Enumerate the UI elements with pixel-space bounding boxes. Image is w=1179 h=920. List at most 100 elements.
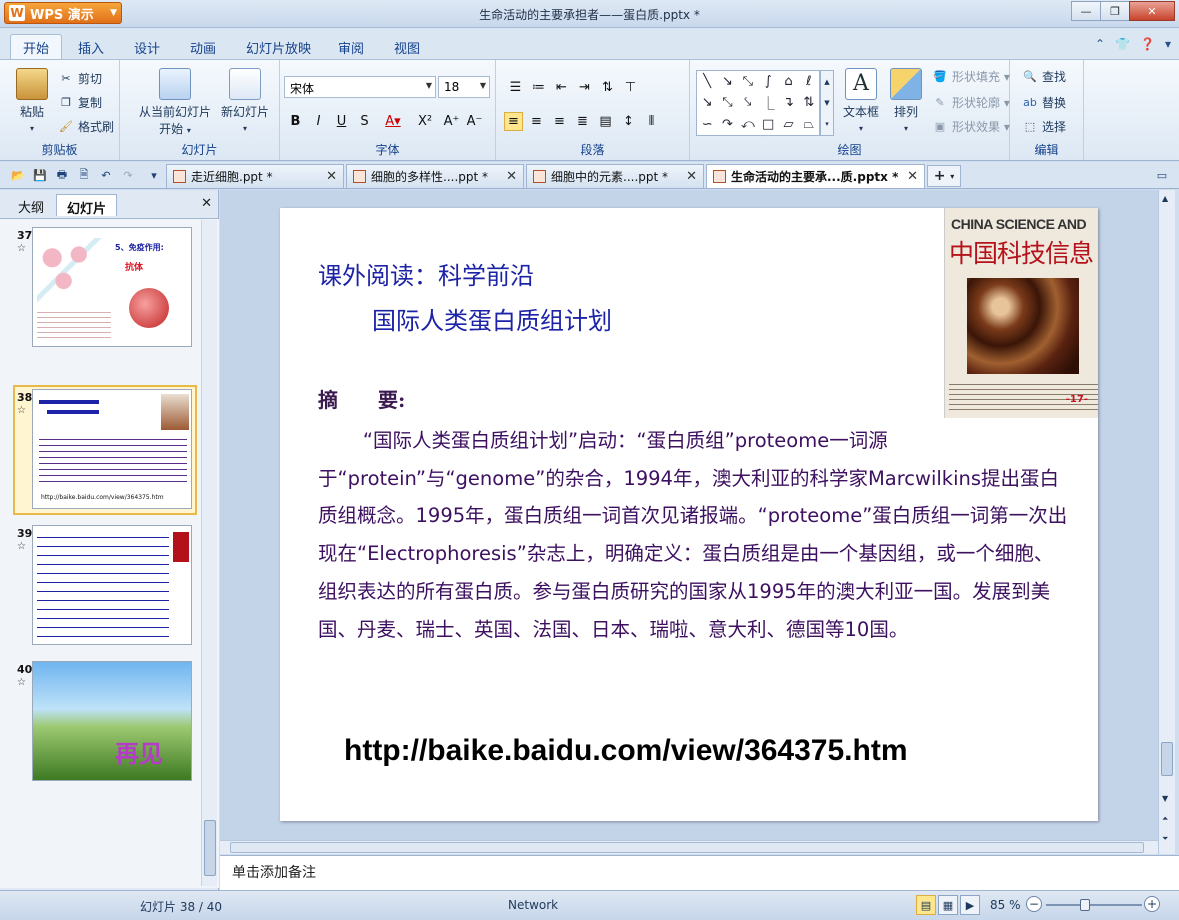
tab-review[interactable]: 审阅 — [338, 38, 364, 57]
trapezoid-shape-icon[interactable]: ⏢ — [804, 117, 814, 132]
decrease-indent-icon[interactable]: ⇤ — [552, 78, 571, 97]
line-spacing-icon[interactable]: ↕ — [619, 112, 638, 131]
justify-button[interactable]: ≣ — [573, 112, 592, 131]
font-color-button[interactable]: A▾ — [378, 112, 408, 131]
close-tab-icon[interactable]: ✕ — [686, 169, 697, 184]
shapes-scroll[interactable]: ▲ ▼ ▾ — [820, 70, 834, 136]
next-slide-icon[interactable]: ⏷ — [1162, 834, 1168, 844]
italic-button[interactable]: I — [309, 112, 328, 131]
redo-icon[interactable]: ↷ — [120, 167, 136, 183]
close-tab-icon[interactable]: ✕ — [326, 169, 337, 184]
horizontal-scroll-thumb[interactable] — [230, 842, 1144, 853]
tab-insert[interactable]: 插入 — [78, 38, 104, 57]
tab-slides[interactable]: 幻灯片 — [56, 194, 118, 217]
doc-tab-3[interactable]: 细胞中的元素....ppt * ✕ — [526, 164, 704, 188]
double-arrow-shape-icon[interactable]: ⤡ — [743, 74, 753, 89]
elbow-double-shape-icon[interactable]: ⇅ — [803, 95, 814, 110]
thumbnail-slide-37[interactable]: 5、免疫作用: 抗体 — [32, 227, 192, 347]
rectangle-shape-icon[interactable]: □ — [762, 117, 774, 132]
distribute-button[interactable]: ▤ — [596, 112, 615, 131]
save-icon[interactable]: 💾 — [32, 167, 48, 183]
format-painter-button[interactable]: 🖌 格式刷 — [58, 118, 114, 135]
magazine-cover-image[interactable]: CHINA SCIENCE AND 中国科技信息 -17- — [944, 208, 1098, 418]
cut-button[interactable]: ✂ 剪切 — [58, 70, 102, 87]
close-tab-icon[interactable]: ✕ — [506, 169, 517, 184]
bold-button[interactable]: B — [286, 112, 305, 131]
notes-pane[interactable]: 单击添加备注 — [220, 855, 1179, 890]
grow-font-icon[interactable]: A⁺ — [442, 112, 461, 131]
align-left-button[interactable]: ≡ — [504, 112, 523, 131]
align-right-button[interactable]: ≡ — [550, 112, 569, 131]
freeform-shape-icon[interactable]: ⌂ — [784, 74, 792, 89]
tab-list-icon[interactable]: ▭ — [1154, 167, 1170, 183]
minimize-button[interactable]: — — [1071, 1, 1101, 21]
close-panel-icon[interactable]: ✕ — [201, 196, 212, 211]
arrow-shape-icon[interactable]: ↘ — [702, 95, 713, 110]
normal-view-button[interactable]: ▤ — [916, 895, 936, 915]
replace-button[interactable]: ab 替换 — [1022, 94, 1066, 111]
shape-fill-button[interactable]: 🪣 形状填充 ▾ — [932, 68, 1010, 85]
doc-tab-2[interactable]: 细胞的多样性....ppt * ✕ — [346, 164, 524, 188]
horizontal-scrollbar[interactable] — [220, 840, 1158, 854]
shape-effect-button[interactable]: ▣ 形状效果 ▾ — [932, 118, 1010, 135]
open-folder-icon[interactable]: 📂 — [10, 167, 26, 183]
connector-shape-icon[interactable]: ⤥ — [744, 95, 751, 110]
curved-arrow-icon[interactable]: ↷ — [722, 117, 733, 132]
curved-connector-icon[interactable]: ∽ — [702, 117, 713, 132]
chevron-down-icon[interactable]: ▾ — [1165, 37, 1171, 51]
tab-design[interactable]: 设计 — [134, 38, 160, 57]
vertical-scroll-thumb[interactable] — [1161, 742, 1173, 776]
align-text-icon[interactable]: ⊤ — [621, 78, 640, 97]
superscript-button[interactable]: X² — [412, 112, 438, 131]
zoom-in-button[interactable]: + — [1144, 896, 1160, 912]
slide-sorter-button[interactable]: ▦ — [938, 895, 958, 915]
zoom-slider-knob[interactable] — [1080, 899, 1090, 911]
double-arrow-shape-icon[interactable]: ⤡ — [722, 95, 732, 110]
print-preview-icon[interactable]: 🗎 — [76, 167, 92, 183]
new-tab-button[interactable]: + ▾ — [927, 165, 961, 187]
undo-icon[interactable]: ↶ — [98, 167, 114, 183]
shrink-font-icon[interactable]: A⁻ — [465, 112, 484, 131]
play-from-current-button[interactable]: 从当前幻灯片 开始 ▾ — [128, 68, 222, 137]
abstract-label[interactable]: 摘 要: — [318, 384, 405, 413]
slide[interactable]: 课外阅读：科学前沿 国际人类蛋白质组计划 摘 要: “国际人类蛋白质组计划”启动… — [280, 208, 1098, 821]
new-slide-button[interactable]: 新幻灯片 ▾ — [218, 68, 272, 134]
tab-slideshow[interactable]: 幻灯片放映 — [246, 38, 311, 57]
panel-scrollbar[interactable] — [201, 220, 217, 886]
scroll-up-icon[interactable]: ▲ — [1162, 194, 1168, 203]
panel-scroll-thumb[interactable] — [204, 820, 216, 876]
increase-indent-icon[interactable]: ⇥ — [575, 78, 594, 97]
thumbnail-slide-40[interactable]: 再见 — [32, 661, 192, 781]
zoom-slider-track[interactable] — [1046, 904, 1142, 906]
column-icon[interactable]: ⫴ — [642, 112, 661, 131]
bullet-list-icon[interactable]: ☰ — [506, 78, 525, 97]
font-size-select[interactable]: 18 ▼ — [438, 76, 490, 98]
scribble-shape-icon[interactable]: ℓ — [806, 74, 811, 89]
print-icon[interactable]: 🖶 — [54, 167, 70, 183]
align-center-button[interactable]: ≡ — [527, 112, 546, 131]
copy-button[interactable]: ❐ 复制 — [58, 94, 102, 111]
shapes-gallery[interactable]: ╲ ↘ ⤡ ∫ ⌂ ℓ ↘ ⤡ ⤥ ⎿ ↴ ⇅ ∽ ↷ ⤺ □ ▱ ⏢ — [696, 70, 820, 136]
tab-outline[interactable]: 大纲 — [8, 194, 54, 216]
parallelogram-shape-icon[interactable]: ▱ — [783, 117, 793, 132]
prev-slide-icon[interactable]: ⏶ — [1162, 814, 1168, 824]
arrow-shape-icon[interactable]: ↘ — [722, 74, 733, 89]
numbered-list-icon[interactable]: ≔ — [529, 78, 548, 97]
skin-icon[interactable]: 👕 — [1115, 37, 1130, 51]
chevron-up-icon[interactable]: ⌃ — [1095, 37, 1105, 51]
zoom-out-button[interactable]: − — [1026, 896, 1042, 912]
restore-button[interactable]: ❐ — [1100, 1, 1130, 21]
help-icon[interactable]: ❓ — [1140, 37, 1155, 51]
paste-button[interactable]: 粘贴 ▾ — [12, 68, 52, 134]
slide-url[interactable]: http://baike.baidu.com/view/364375.htm — [344, 734, 908, 768]
slide-subtitle[interactable]: 国际人类蛋白质组计划 — [372, 301, 612, 336]
slideshow-view-button[interactable]: ▶ — [960, 895, 980, 915]
curved-double-icon[interactable]: ⤺ — [741, 117, 755, 132]
elbow-arrow-shape-icon[interactable]: ↴ — [783, 95, 794, 110]
text-direction-icon[interactable]: ⇅ — [598, 78, 617, 97]
notes-placeholder[interactable]: 单击添加备注 — [232, 862, 316, 882]
elbow-shape-icon[interactable]: ⎿ — [762, 93, 775, 112]
font-name-select[interactable]: 宋体 ▼ — [284, 76, 436, 98]
shadow-button[interactable]: S — [355, 112, 374, 131]
vertical-scrollbar[interactable]: ▲ ▼ ⏶ ⏷ — [1158, 190, 1175, 854]
